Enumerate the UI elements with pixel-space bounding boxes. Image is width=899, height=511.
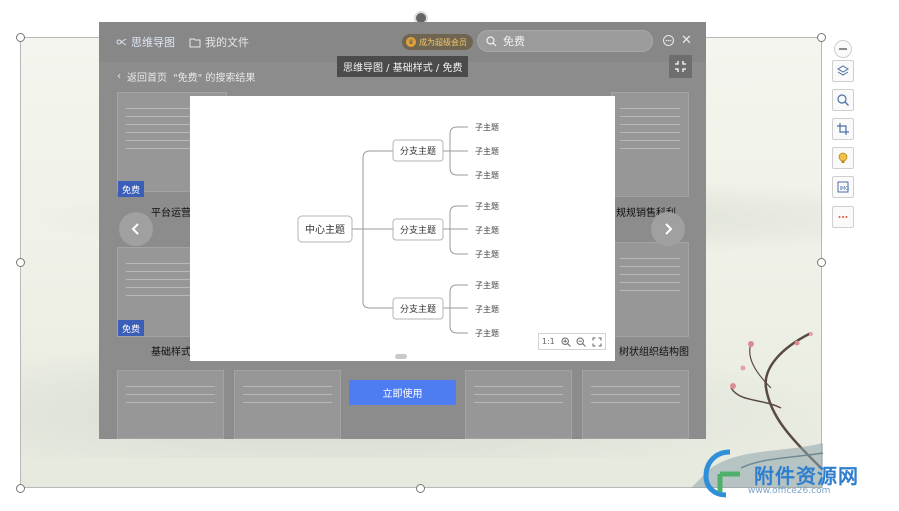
branch-node[interactable]: 分支主题: [392, 218, 444, 241]
more-button[interactable]: [832, 206, 854, 228]
mindmap-canvas: 中心主题 分支主题 分支主题 分支主题 子主题 子主题 子主题 子主题 子主题 …: [297, 122, 499, 338]
vip-crown-icon: ♛: [406, 37, 416, 47]
resize-handle[interactable]: [16, 258, 25, 267]
branch-node-label: 分支主题: [400, 303, 436, 315]
free-badge: 免费: [118, 320, 144, 336]
layers-icon: [837, 65, 849, 76]
subtopic-label[interactable]: 子主题: [475, 304, 499, 314]
template-card[interactable]: [611, 92, 689, 197]
resize-handle[interactable]: [817, 33, 826, 42]
my-files-label: 我的文件: [205, 36, 249, 49]
brand-label: 思维导图: [131, 36, 175, 49]
fullscreen-icon[interactable]: [592, 337, 602, 347]
template-card[interactable]: [465, 370, 572, 439]
brand[interactable]: 思维导图: [115, 34, 175, 50]
branch-node[interactable]: 分支主题: [392, 297, 444, 320]
subtopic-label[interactable]: 子主题: [475, 328, 499, 338]
next-template-button[interactable]: [651, 212, 685, 246]
layers-button[interactable]: [832, 60, 854, 82]
zoom-out-icon[interactable]: [576, 336, 587, 347]
search-icon: [486, 35, 497, 46]
zoom-button[interactable]: [832, 89, 854, 111]
search-box[interactable]: 免费: [477, 30, 653, 52]
chevron-left-icon[interactable]: ‹: [117, 71, 121, 82]
center-node-label: 中心主题: [305, 223, 345, 236]
subtopic-label[interactable]: 子主题: [475, 201, 499, 211]
minus-icon: [839, 48, 847, 50]
branch-node-label: 分支主题: [400, 145, 436, 157]
idea-button[interactable]: [832, 147, 854, 169]
image-convert-icon: IMG: [837, 181, 850, 193]
subtopic-label[interactable]: 子主题: [475, 122, 499, 132]
crop-icon: [837, 123, 849, 135]
use-template-button[interactable]: 立即使用: [349, 380, 456, 405]
branch-node-label: 分支主题: [400, 224, 436, 236]
back-link[interactable]: 返回首页: [127, 69, 167, 84]
search-results-label: "免费" 的搜索结果: [173, 73, 256, 84]
template-card[interactable]: [234, 370, 341, 439]
magnifier-icon: [837, 94, 849, 106]
chevron-left-icon: [131, 223, 139, 235]
template-card[interactable]: [611, 242, 689, 337]
back-row: ‹ 返回首页 "免费" 的搜索结果: [117, 69, 255, 84]
preview-zoom-bar: 1:1: [538, 333, 606, 350]
collapse-arrows-icon: [675, 61, 686, 72]
card-title: 平台运营: [151, 208, 191, 219]
watermark-name: 附件资源网: [754, 464, 859, 488]
actual-size-button[interactable]: 1:1: [542, 337, 555, 346]
vip-button[interactable]: ♛ 成为超级会员: [402, 34, 473, 50]
template-card[interactable]: [117, 370, 224, 439]
card-title: 基础样式: [151, 347, 191, 358]
my-files-link[interactable]: 我的文件: [189, 34, 249, 50]
mindmap-logo-icon: [116, 38, 127, 46]
chat-icon[interactable]: [662, 34, 675, 47]
subtopic-label[interactable]: 子主题: [475, 146, 499, 156]
preview-resize-grip[interactable]: [395, 354, 407, 359]
template-preview: 中心主题 分支主题 分支主题 分支主题 子主题 子主题 子主题 子主题 子主题 …: [190, 96, 615, 361]
center-node[interactable]: 中心主题: [297, 215, 353, 243]
more-dots-icon: [838, 216, 848, 218]
search-input[interactable]: 免费: [503, 33, 525, 49]
template-card[interactable]: [582, 370, 689, 439]
breadcrumb: 思维导图 / 基础样式 / 免费: [337, 56, 469, 77]
subtopic-label[interactable]: 子主题: [475, 280, 499, 290]
site-logo-icon: [703, 449, 740, 498]
resize-handle[interactable]: [16, 484, 25, 493]
image-convert-button[interactable]: IMG: [832, 176, 854, 198]
chevron-right-icon: [665, 223, 673, 235]
branch-node[interactable]: 分支主题: [392, 139, 444, 162]
free-badge: 免费: [118, 181, 144, 197]
svg-text:IMG: IMG: [840, 186, 850, 192]
folder-icon: [189, 38, 201, 47]
collapse-toolbar-button[interactable]: [834, 40, 852, 58]
lightbulb-icon: [838, 152, 848, 163]
subtopic-label[interactable]: 子主题: [475, 249, 499, 259]
prev-template-button[interactable]: [119, 212, 153, 246]
resize-handle[interactable]: [16, 33, 25, 42]
subtopic-label[interactable]: 子主题: [475, 225, 499, 235]
subtopic-label[interactable]: 子主题: [475, 170, 499, 180]
crop-button[interactable]: [832, 118, 854, 140]
card-title: 树状组织结构图: [619, 347, 689, 358]
vip-label: 成为超级会员: [419, 37, 467, 47]
watermark-url: www.office26.com: [748, 486, 831, 496]
zoom-in-icon[interactable]: [561, 336, 571, 347]
resize-handle[interactable]: [817, 258, 826, 267]
resize-handle[interactable]: [416, 484, 425, 493]
exit-fullscreen-button[interactable]: [669, 55, 692, 78]
close-icon[interactable]: ✕: [681, 33, 692, 48]
